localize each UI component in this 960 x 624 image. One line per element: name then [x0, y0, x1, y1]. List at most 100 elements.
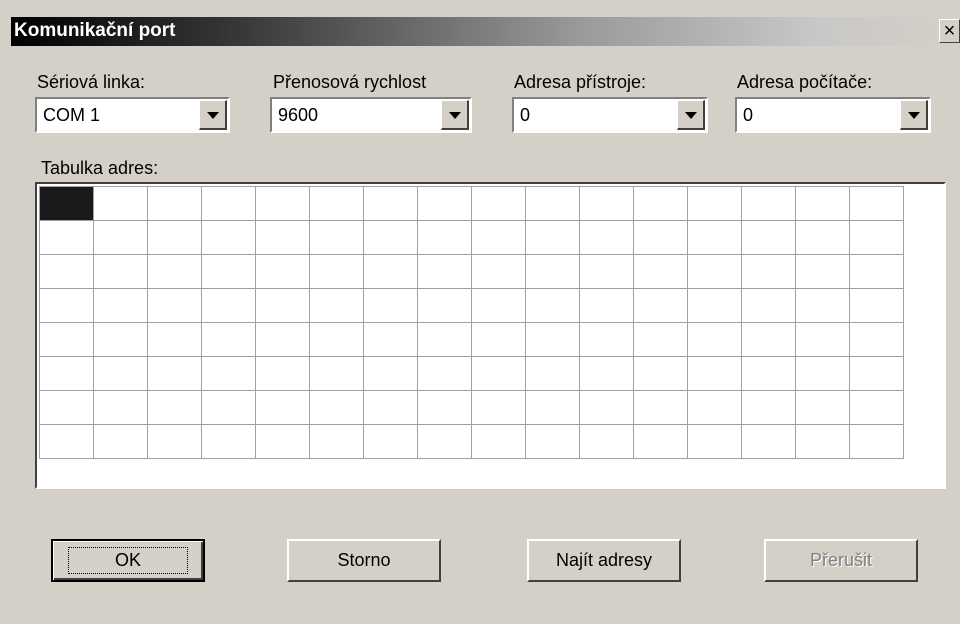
- table-cell[interactable]: [93, 220, 148, 255]
- table-cell[interactable]: [633, 356, 688, 391]
- table-cell[interactable]: [147, 322, 202, 357]
- table-cell[interactable]: [255, 288, 310, 323]
- table-cell[interactable]: [363, 254, 418, 289]
- table-cell[interactable]: [471, 356, 526, 391]
- table-cell[interactable]: [741, 322, 796, 357]
- table-cell[interactable]: [849, 424, 904, 459]
- table-cell[interactable]: [687, 390, 742, 425]
- table-cell[interactable]: [795, 424, 850, 459]
- table-cell[interactable]: [525, 424, 580, 459]
- table-cell[interactable]: [687, 356, 742, 391]
- table-cell[interactable]: [795, 288, 850, 323]
- table-row[interactable]: [39, 288, 904, 323]
- table-cell[interactable]: [255, 186, 310, 221]
- computer-address-select[interactable]: 0: [735, 97, 931, 133]
- table-cell[interactable]: [363, 186, 418, 221]
- table-cell[interactable]: [741, 390, 796, 425]
- table-cell[interactable]: [147, 220, 202, 255]
- table-cell[interactable]: [633, 220, 688, 255]
- table-cell[interactable]: [633, 254, 688, 289]
- table-cell[interactable]: [525, 186, 580, 221]
- table-cell[interactable]: [579, 390, 634, 425]
- table-cell[interactable]: [849, 186, 904, 221]
- table-cell[interactable]: [687, 424, 742, 459]
- table-cell[interactable]: [39, 322, 94, 357]
- table-cell[interactable]: [741, 220, 796, 255]
- table-cell[interactable]: [471, 424, 526, 459]
- table-row[interactable]: [39, 186, 904, 221]
- table-cell[interactable]: [309, 322, 364, 357]
- table-cell[interactable]: [795, 390, 850, 425]
- table-cell[interactable]: [525, 254, 580, 289]
- table-cell[interactable]: [255, 220, 310, 255]
- table-cell[interactable]: [309, 390, 364, 425]
- table-cell[interactable]: [525, 322, 580, 357]
- table-cell[interactable]: [39, 186, 94, 221]
- table-cell[interactable]: [417, 424, 472, 459]
- serial-line-select[interactable]: COM 1: [35, 97, 230, 133]
- table-cell[interactable]: [93, 288, 148, 323]
- table-cell[interactable]: [741, 186, 796, 221]
- ok-button[interactable]: OK: [51, 539, 205, 582]
- table-cell[interactable]: [795, 322, 850, 357]
- table-cell[interactable]: [147, 288, 202, 323]
- table-cell[interactable]: [255, 390, 310, 425]
- table-cell[interactable]: [363, 356, 418, 391]
- table-cell[interactable]: [471, 390, 526, 425]
- table-cell[interactable]: [579, 288, 634, 323]
- table-cell[interactable]: [39, 356, 94, 391]
- table-cell[interactable]: [849, 288, 904, 323]
- table-cell[interactable]: [309, 186, 364, 221]
- table-cell[interactable]: [633, 390, 688, 425]
- table-cell[interactable]: [39, 254, 94, 289]
- table-cell[interactable]: [849, 220, 904, 255]
- table-cell[interactable]: [795, 186, 850, 221]
- address-table[interactable]: [35, 182, 946, 489]
- table-cell[interactable]: [687, 288, 742, 323]
- table-cell[interactable]: [849, 322, 904, 357]
- table-cell[interactable]: [687, 220, 742, 255]
- table-cell[interactable]: [255, 322, 310, 357]
- table-cell[interactable]: [363, 288, 418, 323]
- table-cell[interactable]: [741, 254, 796, 289]
- table-cell[interactable]: [471, 220, 526, 255]
- table-cell[interactable]: [579, 322, 634, 357]
- table-cell[interactable]: [201, 424, 256, 459]
- table-cell[interactable]: [93, 322, 148, 357]
- table-cell[interactable]: [255, 254, 310, 289]
- table-cell[interactable]: [93, 424, 148, 459]
- table-cell[interactable]: [579, 186, 634, 221]
- baud-rate-select[interactable]: 9600: [270, 97, 472, 133]
- chevron-down-icon[interactable]: [677, 100, 705, 130]
- table-cell[interactable]: [579, 254, 634, 289]
- table-cell[interactable]: [471, 254, 526, 289]
- table-cell[interactable]: [579, 220, 634, 255]
- table-row[interactable]: [39, 254, 904, 289]
- table-cell[interactable]: [309, 288, 364, 323]
- device-address-select[interactable]: 0: [512, 97, 708, 133]
- table-cell[interactable]: [471, 186, 526, 221]
- table-cell[interactable]: [525, 390, 580, 425]
- table-cell[interactable]: [849, 356, 904, 391]
- table-cell[interactable]: [201, 254, 256, 289]
- table-cell[interactable]: [579, 356, 634, 391]
- storno-button[interactable]: Storno: [287, 539, 441, 582]
- find-addresses-button[interactable]: Najít adresy: [527, 539, 681, 582]
- table-cell[interactable]: [39, 390, 94, 425]
- table-cell[interactable]: [687, 322, 742, 357]
- table-cell[interactable]: [687, 254, 742, 289]
- table-row[interactable]: [39, 220, 904, 255]
- table-cell[interactable]: [201, 322, 256, 357]
- table-cell[interactable]: [309, 220, 364, 255]
- table-cell[interactable]: [849, 254, 904, 289]
- table-cell[interactable]: [147, 390, 202, 425]
- table-row[interactable]: [39, 424, 904, 459]
- table-cell[interactable]: [417, 356, 472, 391]
- table-cell[interactable]: [147, 356, 202, 391]
- table-cell[interactable]: [417, 220, 472, 255]
- table-cell[interactable]: [417, 288, 472, 323]
- table-cell[interactable]: [309, 356, 364, 391]
- table-cell[interactable]: [417, 254, 472, 289]
- table-cell[interactable]: [633, 288, 688, 323]
- table-cell[interactable]: [417, 390, 472, 425]
